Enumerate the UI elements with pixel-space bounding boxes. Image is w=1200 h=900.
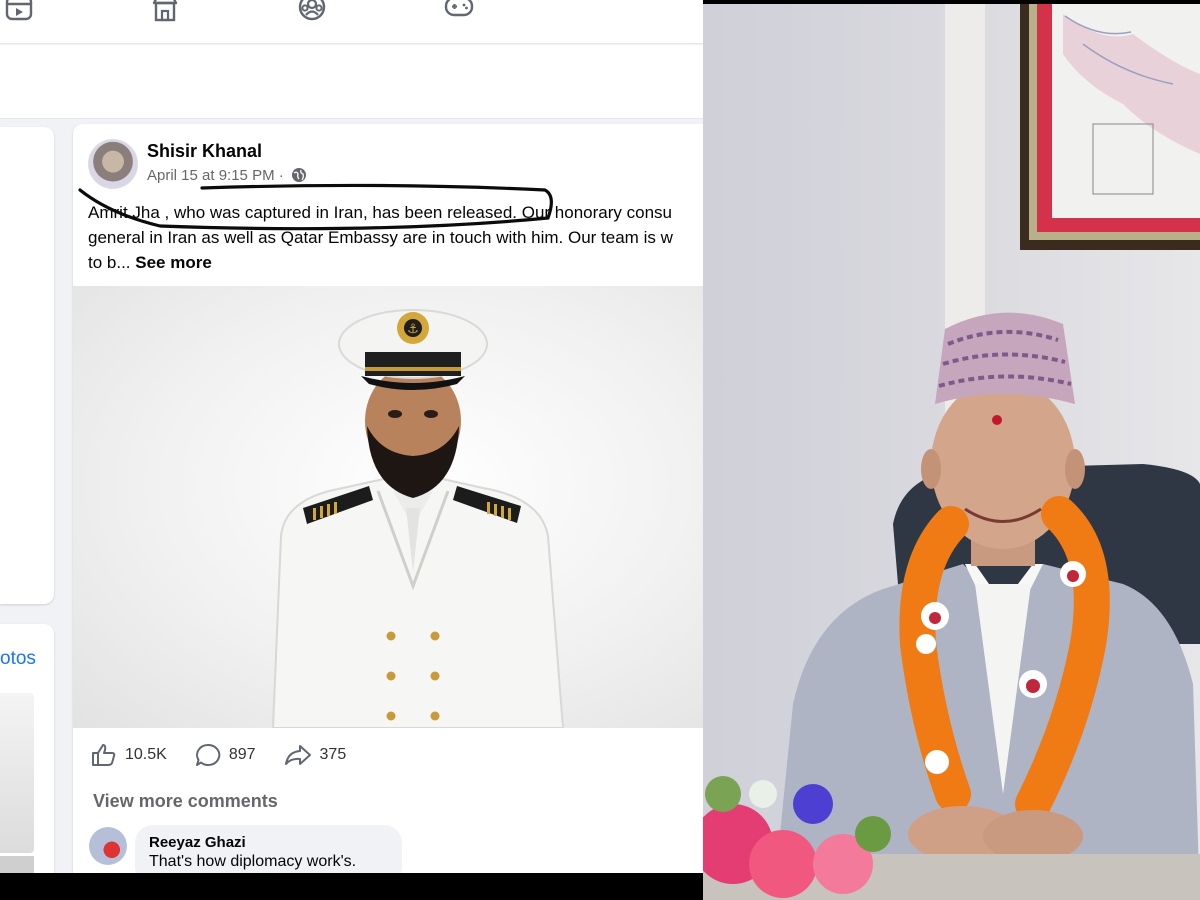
see-more-link[interactable]: See more	[135, 253, 212, 272]
comment-action[interactable]: 897	[195, 743, 256, 767]
post-text-line: to b...	[88, 253, 131, 272]
feed-post: Shisir Khanal April 15 at 9:15 PM · Amri…	[73, 124, 703, 873]
like-icon	[92, 744, 116, 766]
left-column-card	[0, 127, 54, 604]
commenter-avatar[interactable]	[89, 827, 127, 865]
like-action[interactable]: 10.5K	[91, 743, 167, 767]
portrait-photo	[703, 4, 1200, 900]
share-icon	[284, 745, 311, 765]
post-author-name[interactable]: Shisir Khanal	[147, 141, 262, 162]
gaming-icon[interactable]	[444, 0, 474, 24]
marketplace-icon[interactable]	[150, 0, 180, 24]
comment-count: 897	[228, 746, 256, 763]
photo-thumbnail[interactable]	[0, 693, 34, 853]
post-action-bar: 10.5K 897 375	[91, 740, 374, 770]
top-navigation-bar	[0, 0, 703, 44]
commenter-name[interactable]: Reeyaz Ghazi	[149, 834, 388, 851]
see-all-photos-link[interactable]: otos	[0, 648, 36, 670]
post-meta: April 15 at 9:15 PM ·	[147, 167, 307, 184]
share-action[interactable]: 375	[284, 743, 347, 767]
comment-icon	[195, 743, 221, 766]
video-icon[interactable]	[4, 0, 34, 24]
author-avatar[interactable]	[88, 139, 138, 189]
like-count: 10.5K	[125, 746, 167, 763]
comment-text: That's how diplomacy work's.	[149, 853, 357, 870]
bottom-black-bar	[0, 873, 703, 900]
facebook-screenshot: otos Shisir Khanal April 15 at 9:15 PM ·…	[0, 0, 703, 873]
photo-thumbnail[interactable]	[0, 856, 34, 873]
svg-text:⚓: ⚓	[407, 322, 419, 337]
post-text-line: general in Iran as well as Qatar Embassy…	[88, 228, 673, 247]
groups-icon[interactable]	[297, 0, 327, 24]
view-more-comments-link[interactable]: View more comments	[93, 791, 278, 812]
meta-separator: ·	[278, 167, 284, 184]
post-photo-naval-officer[interactable]: ⚓	[73, 286, 703, 728]
share-count: 375	[319, 746, 347, 763]
post-timestamp[interactable]: April 15 at 9:15 PM	[147, 167, 275, 184]
sub-header-bar	[0, 45, 703, 119]
post-text-line: Amrit Jha , who was captured in Iran, ha…	[88, 203, 672, 222]
naval-officer-illustration: ⚓	[271, 309, 565, 728]
portrait-illustration	[703, 4, 1200, 900]
comment-bubble: Reeyaz Ghazi That's how diplomacy work's…	[135, 825, 402, 873]
globe-icon	[291, 168, 306, 182]
post-body-text: Amrit Jha , who was captured in Iran, ha…	[88, 200, 703, 275]
